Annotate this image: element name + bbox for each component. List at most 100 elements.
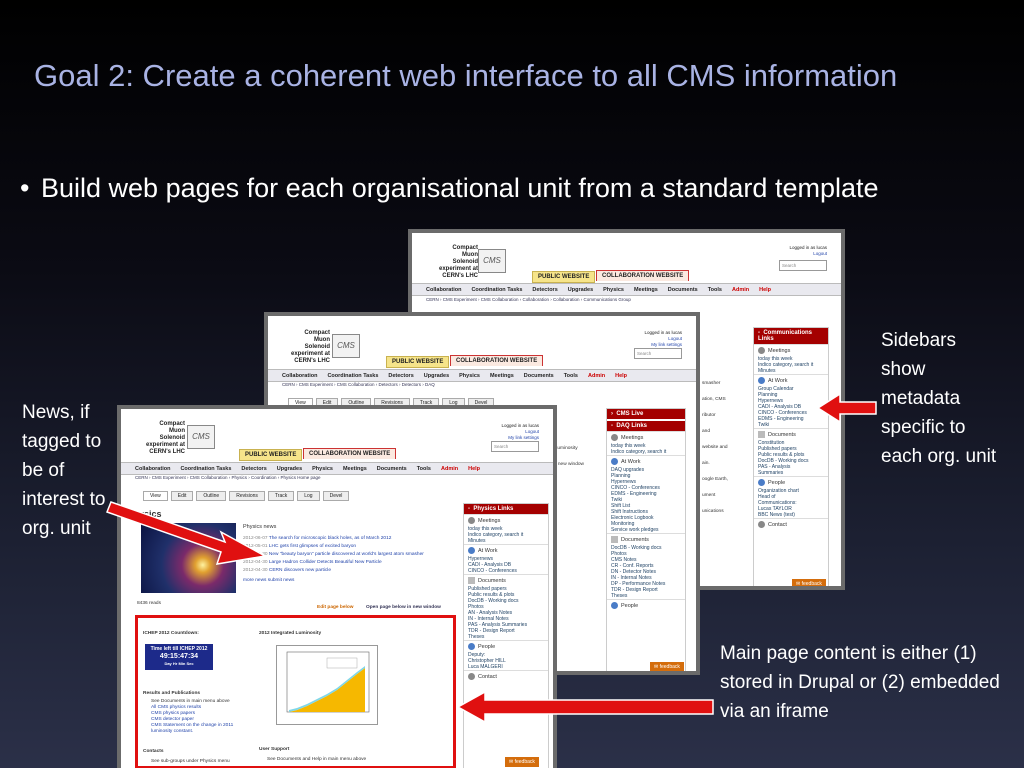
at-work-label: At Work (621, 458, 641, 465)
nav-item-physics[interactable]: Physics (603, 287, 624, 293)
nav-item-collaboration[interactable]: Collaboration (282, 373, 317, 379)
search-input[interactable]: Search (779, 260, 827, 271)
tab-devel[interactable]: Devel (322, 491, 350, 501)
login-status: Logged in as lucas Logout My link settin… (501, 423, 539, 441)
people-icon (468, 643, 475, 650)
nav-item-detectors[interactable]: Detectors (241, 466, 266, 472)
content-fragment: ain. (702, 461, 710, 466)
sidebar-communications-links: - Communications Links Meetings today th… (753, 327, 829, 586)
feedback-label: feedback (514, 759, 535, 765)
news-title[interactable]: New "beauty baryon" particle discovered … (269, 552, 424, 557)
nav-item-upgrades[interactable]: Upgrades (424, 373, 449, 379)
nav-item-admin[interactable]: Admin (588, 373, 605, 379)
nav-item-help[interactable]: Help (468, 466, 480, 472)
feedback-label: feedback (801, 581, 822, 587)
news-title[interactable]: The search for microscopic black holes, … (269, 536, 392, 541)
cms-live-header[interactable]: › CMS Live (607, 409, 685, 419)
at-work-links: Hypernews CADI - Analysis DB CINCO - Confe… (464, 556, 548, 574)
more-news-link[interactable]: more news submit news (243, 577, 424, 585)
main-nav: Collaboration Coordination Tasks Detectors… (412, 283, 841, 296)
cms-live-label: CMS Live (616, 411, 644, 417)
news-title[interactable]: LHC gets first glimpses of excited baryo… (269, 544, 356, 549)
sidebar-title-text: DAQ Links (616, 423, 648, 429)
feedback-button[interactable]: ✉ feedback (650, 662, 684, 671)
documents-section: Documents (754, 428, 828, 440)
nav-item-meetings[interactable]: Meetings (490, 373, 514, 379)
nav-item-coordination-tasks[interactable]: Coordination Tasks (327, 373, 378, 379)
site-header: Compact Muon Solenoid experiment at CERN's L… (268, 316, 696, 374)
logo-line: CERN's LHC (149, 449, 185, 455)
nav-item-upgrades[interactable]: Upgrades (277, 466, 302, 472)
edit-page-below-link[interactable]: Edit page below (317, 605, 354, 611)
collaboration-website-tab[interactable]: COLLABORATION WEBSITE (596, 270, 690, 281)
arrow-to-main-content (456, 690, 714, 724)
nav-item-help[interactable]: Help (759, 287, 771, 293)
bullet-dot: • (20, 173, 30, 203)
news-title[interactable]: Large Hadron Collider Detects Beautiful … (269, 560, 382, 565)
tab-log[interactable]: Log (297, 491, 320, 501)
countdown-caption: Time left till ICHEP 2012 (150, 646, 208, 652)
meetings-label: Meetings (768, 347, 791, 354)
nav-item-collaboration[interactable]: Collaboration (135, 466, 170, 472)
clock-icon (468, 517, 475, 524)
people-links: Deputy: Christopher HILL Luca MALGERI (464, 652, 548, 670)
nav-item-upgrades[interactable]: Upgrades (568, 287, 593, 293)
nav-item-physics[interactable]: Physics (459, 373, 480, 379)
search-input[interactable]: Search (634, 348, 682, 359)
contacts-item: See sub-groups under Physics menu (151, 759, 230, 764)
documents-section: Documents (607, 533, 685, 545)
nav-item-tools[interactable]: Tools (417, 466, 431, 472)
nav-item-detectors[interactable]: Detectors (532, 287, 557, 293)
nav-item-tools[interactable]: Tools (564, 373, 578, 379)
news-item[interactable]: 2012-04-30 CERN discovers new particle (243, 567, 424, 575)
logout-link[interactable]: Logout (789, 251, 827, 257)
nav-item-help[interactable]: Help (615, 373, 627, 379)
collaboration-website-tab[interactable]: COLLABORATION WEBSITE (450, 355, 544, 366)
meetings-links: today this week Indico category, search i… (464, 526, 548, 544)
nav-item-tools[interactable]: Tools (708, 287, 722, 293)
nav-item-physics[interactable]: Physics (312, 466, 333, 472)
sidebar-title: - Communications Links (754, 328, 828, 344)
public-website-tab[interactable]: PUBLIC WEBSITE (239, 449, 303, 461)
news-date: 2012-04-30 (243, 568, 268, 573)
countdown-widget: Time left till ICHEP 2012 49:15:47:34 Da… (145, 644, 213, 670)
content-fragment: ument (702, 493, 716, 498)
collaboration-website-tab[interactable]: COLLABORATION WEBSITE (303, 448, 397, 459)
clock-icon (611, 434, 618, 441)
logo-line: experiment at (438, 266, 478, 272)
nav-item-documents[interactable]: Documents (377, 466, 407, 472)
nav-item-documents[interactable]: Documents (524, 373, 554, 379)
logo-line: CERN's LHC (442, 273, 478, 279)
public-website-tab[interactable]: PUBLIC WEBSITE (532, 271, 596, 283)
nav-item-coordination-tasks[interactable]: Coordination Tasks (180, 466, 231, 472)
at-work-label: At Work (478, 547, 498, 554)
feedback-button[interactable]: ✉ feedback (792, 579, 826, 587)
nav-item-coordination-tasks[interactable]: Coordination Tasks (471, 287, 522, 293)
meetings-section: Meetings (607, 431, 685, 443)
contact-label: Contact (768, 521, 787, 528)
nav-item-admin[interactable]: Admin (441, 466, 458, 472)
nav-item-meetings[interactable]: Meetings (634, 287, 658, 293)
open-new-window-link[interactable]: Open page below in new window (366, 605, 441, 611)
content-fragments: smasher ation, CMS ributor and website and ai… (702, 381, 728, 525)
clock-icon (758, 347, 765, 354)
sidebar-title: - DAQ Links (607, 421, 685, 431)
news-title[interactable]: CERN discovers new particle (269, 568, 331, 573)
search-input[interactable]: Search (491, 441, 539, 452)
cms-logo-text: Compact Muon Solenoid experiment at CERN's L… (141, 421, 185, 456)
nav-item-admin[interactable]: Admin (732, 287, 749, 293)
results-list: See Documents in main menu above All CMS … (151, 699, 251, 735)
nav-item-documents[interactable]: Documents (668, 287, 698, 293)
public-website-tab[interactable]: PUBLIC WEBSITE (386, 356, 450, 368)
cms-logo-icon: CMS (332, 334, 360, 358)
nav-item-collaboration[interactable]: Collaboration (426, 287, 461, 293)
results-item[interactable]: CMS Statement on the change in 2011 lumi… (151, 723, 251, 735)
at-work-label: At Work (768, 377, 788, 384)
content-fragment: oogle Earth, (702, 477, 728, 482)
sidebar-daq-links: › CMS Live - DAQ Links Meetings today th… (606, 408, 686, 671)
breadcrumb: CERN › CMS Experiment › CMS Collaboratio… (282, 382, 435, 387)
nav-item-meetings[interactable]: Meetings (343, 466, 367, 472)
nav-item-detectors[interactable]: Detectors (388, 373, 413, 379)
breadcrumb: CERN › CMS Experiment › CMS Collaboratio… (135, 475, 321, 480)
feedback-button[interactable]: ✉ feedback (505, 757, 539, 767)
